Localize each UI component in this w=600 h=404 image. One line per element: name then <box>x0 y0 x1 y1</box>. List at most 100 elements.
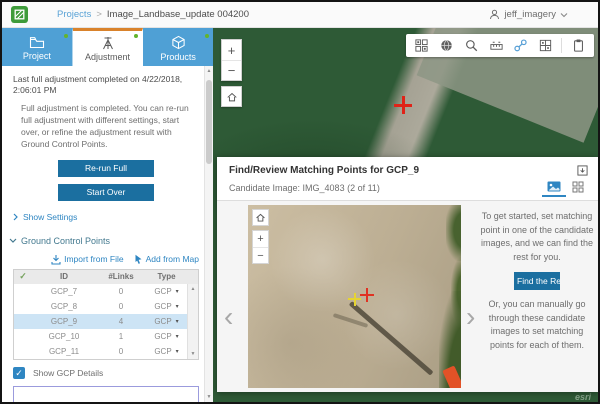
tab-products[interactable]: Products <box>143 28 213 66</box>
scroll-down-icon[interactable]: ▼ <box>191 351 196 357</box>
scrollbar-thumb[interactable] <box>206 80 212 164</box>
chevron-right-icon <box>13 213 18 221</box>
type-dropdown[interactable]: GCP▾ <box>146 302 187 311</box>
viewer-zoom-in-button[interactable]: + <box>253 231 268 247</box>
single-image-view-toggle[interactable] <box>542 178 566 197</box>
image-collection-icon[interactable] <box>413 37 431 55</box>
breadcrumb-separator: > <box>96 9 102 20</box>
chevron-down-icon <box>560 12 568 18</box>
user-name: jeff_imagery <box>504 9 556 20</box>
gcp-actions-row: Import from File Add from Map <box>13 254 199 265</box>
map-view[interactable]: esri <box>213 28 598 402</box>
col-header-id[interactable]: ID <box>32 272 96 281</box>
home-icon <box>226 91 238 103</box>
tab-label: Products <box>160 52 196 62</box>
gcp-links: 0 <box>96 302 146 311</box>
add-from-map-label: Add from Map <box>146 254 199 264</box>
type-dropdown[interactable]: GCP▾ <box>146 287 187 296</box>
map-cursor-icon <box>134 254 143 265</box>
gcp-id: GCP_9 <box>32 317 96 326</box>
viewer-zoom-control: + − <box>252 230 269 264</box>
measure-icon[interactable] <box>487 37 505 55</box>
gcp-red-cross <box>366 288 368 302</box>
breadcrumb-projects-link[interactable]: Projects <box>57 9 91 20</box>
gcp-links-icon[interactable] <box>512 37 530 55</box>
show-gcp-details-checkbox[interactable]: ✓ <box>13 367 25 379</box>
app-logo-icon[interactable] <box>11 6 28 23</box>
viewer-zoom-out-button[interactable]: − <box>253 247 268 263</box>
previous-image-chevron[interactable]: ‹ <box>224 303 233 331</box>
rerun-full-button[interactable]: Re-run Full <box>58 160 154 177</box>
check-icon: ✓ <box>14 271 32 282</box>
type-dropdown[interactable]: GCP▾ <box>146 332 187 341</box>
zoom-out-button[interactable]: − <box>222 60 241 80</box>
dropdown-arrow-icon: ▾ <box>176 288 179 295</box>
adjustment-panel: Project Adjustment Products Last full ad… <box>2 28 213 402</box>
table-row-gcp-7[interactable]: GCP_70 GCP▾ <box>14 284 198 299</box>
type-dropdown[interactable]: GCP▾ <box>146 347 187 356</box>
candidate-image-viewer[interactable]: + − <box>248 205 461 388</box>
last-adjustment-status: Last full adjustment completed on 4/22/2… <box>13 74 199 96</box>
map-zoom-control: + − <box>221 39 242 81</box>
tab-project[interactable]: Project <box>2 28 73 66</box>
gcp-section-toggle[interactable]: Ground Control Points <box>9 236 199 246</box>
adjustment-panel-body: Last full adjustment completed on 4/22/2… <box>2 66 204 402</box>
status-dot <box>134 34 138 38</box>
col-header-type[interactable]: Type <box>146 272 187 281</box>
table-row-gcp-11[interactable]: GCP_110 GCP▾ <box>14 344 198 359</box>
table-row-gcp-9-selected[interactable]: GCP_94 GCP▾ <box>14 314 198 329</box>
show-gcp-details-label: Show GCP Details <box>33 368 103 378</box>
gcp-table-header: ✓ ID #Links Type <box>14 270 198 284</box>
dropdown-arrow-icon: ▾ <box>176 348 179 355</box>
tab-adjustment[interactable]: Adjustment <box>73 28 144 66</box>
gcp-id: GCP_10 <box>32 332 96 341</box>
grid-view-toggle[interactable] <box>566 178 590 197</box>
theodolite-icon <box>100 36 116 50</box>
gcp-links: 4 <box>96 317 146 326</box>
home-extent-button[interactable] <box>221 86 242 107</box>
tab-bar: Project Adjustment Products <box>2 28 213 66</box>
basemap-globe-icon[interactable] <box>438 37 456 55</box>
map-toolbar <box>406 34 594 57</box>
clipboard-icon[interactable] <box>569 37 587 55</box>
dropdown-arrow-icon: ▾ <box>176 318 179 325</box>
image-selection-icon[interactable] <box>537 37 555 55</box>
manual-text: Or, you can manually go through these ca… <box>479 298 595 352</box>
find-the-rest-button[interactable]: Find the Rest <box>514 272 560 290</box>
col-header-links[interactable]: #Links <box>96 272 146 281</box>
next-image-chevron[interactable]: › <box>466 303 475 331</box>
scroll-down-icon[interactable]: ▼ <box>205 392 213 402</box>
breadcrumb: Projects > Image_Landbase_update 004200 <box>57 9 249 20</box>
start-over-button[interactable]: Start Over <box>58 184 154 201</box>
person-icon <box>489 9 500 20</box>
image-card-icon <box>547 181 561 192</box>
gcp-id: GCP_7 <box>32 287 96 296</box>
gcp-marker-red-cross[interactable] <box>402 96 405 114</box>
status-dot <box>205 34 209 38</box>
zoom-in-button[interactable]: + <box>222 40 241 60</box>
viewer-home-button[interactable] <box>252 209 269 226</box>
find-review-content: ‹ › <box>217 201 598 392</box>
app-window: Projects > Image_Landbase_update 004200 … <box>0 0 600 404</box>
gcp-table: ✓ ID #Links Type GCP_70 GCP▾ GCP_80 <box>13 269 199 360</box>
gcp-links: 1 <box>96 332 146 341</box>
search-icon[interactable] <box>462 37 480 55</box>
table-scrollbar[interactable]: ▲ ▼ <box>187 284 198 359</box>
tab-label: Project <box>23 51 51 61</box>
add-from-map-link[interactable]: Add from Map <box>134 254 199 265</box>
type-dropdown[interactable]: GCP▾ <box>146 317 187 326</box>
user-menu[interactable]: jeff_imagery <box>489 9 568 20</box>
table-row-gcp-10[interactable]: GCP_101 GCP▾ <box>14 329 198 344</box>
gcp-section-title: Ground Control Points <box>21 236 110 246</box>
table-row-gcp-8[interactable]: GCP_80 GCP▾ <box>14 299 198 314</box>
find-review-panel: Find/Review Matching Points for GCP_9 Ca… <box>217 157 598 392</box>
top-bar: Projects > Image_Landbase_update 004200 … <box>2 2 598 28</box>
show-settings-toggle[interactable]: Show Settings <box>13 212 199 222</box>
panel-scrollbar[interactable]: ▲ ▼ <box>204 66 213 402</box>
find-review-title: Find/Review Matching Points for GCP_9 <box>229 165 419 176</box>
home-icon <box>255 212 266 223</box>
import-from-file-link[interactable]: Import from File <box>51 254 124 265</box>
chevron-down-icon <box>9 238 17 243</box>
scroll-up-icon[interactable]: ▲ <box>205 66 213 76</box>
scroll-up-icon[interactable]: ▲ <box>191 286 196 292</box>
